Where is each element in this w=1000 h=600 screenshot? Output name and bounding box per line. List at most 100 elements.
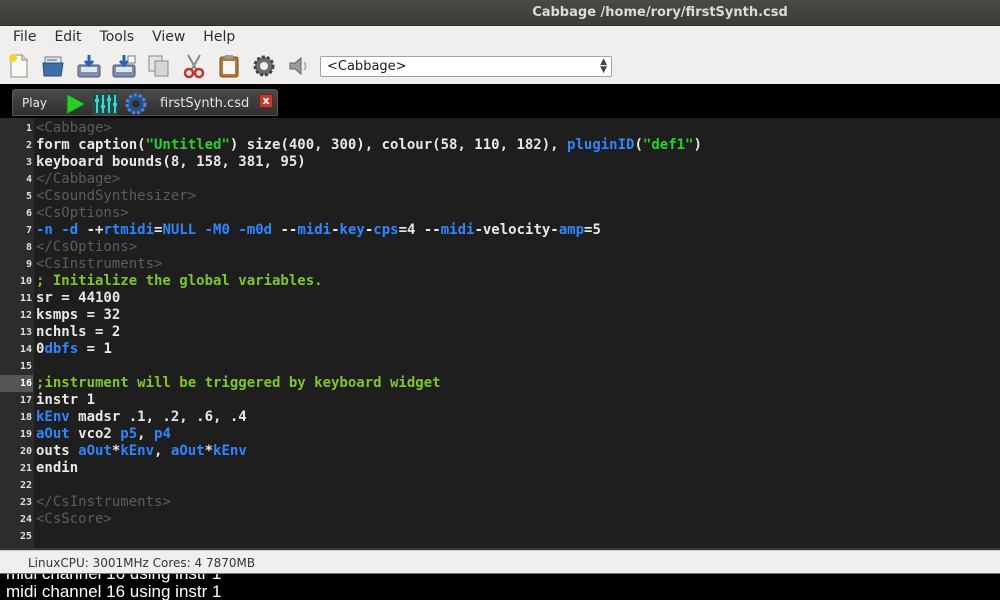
code-line[interactable]: 22: [0, 477, 1000, 494]
code-line[interactable]: 16 ;instrument will be triggered by keybo…: [0, 375, 1000, 392]
code-token: ; Initialize the global variables.: [36, 273, 323, 289]
menu-help[interactable]: Help: [194, 26, 244, 48]
line-text: form caption("Untitled") size(400, 300),…: [36, 137, 702, 154]
code-token: p5: [120, 426, 138, 442]
code-line[interactable]: 9 <CsInstruments>: [0, 256, 1000, 273]
code-token: <CsScore>: [36, 511, 112, 527]
code-token: "Untitled": [145, 137, 230, 153]
code-token: aOut: [170, 443, 205, 459]
sliders-icon: [92, 93, 118, 115]
code-token: midi: [440, 222, 475, 238]
code-line[interactable]: 4 </Cabbage>: [0, 171, 1000, 188]
menu-edit[interactable]: Edit: [45, 26, 90, 48]
code-editor[interactable]: 1 <Cabbage> 2 form caption("Untitled") size…: [0, 118, 1000, 548]
code-line[interactable]: 24 <CsScore>: [0, 511, 1000, 528]
line-text: ;instrument will be triggered by keyboar…: [36, 375, 441, 392]
play-button[interactable]: [63, 93, 87, 115]
code-token: madsr .1, .2, .6, .4: [69, 409, 247, 425]
code-line[interactable]: 19 aOut vco2 p5, p4: [0, 426, 1000, 443]
code-line[interactable]: 13 nchnls = 2: [0, 324, 1000, 341]
close-tab-button[interactable]: x: [259, 94, 273, 108]
new-file-icon[interactable]: [6, 52, 32, 80]
line-number: 14: [19, 344, 32, 355]
code-line[interactable]: 14 0dbfs = 1: [0, 341, 1000, 358]
line-text: -n -d -+rtmidi=NULL -M0 -m0d --midi-key-…: [36, 222, 601, 239]
code-line[interactable]: 8 </CsOptions>: [0, 239, 1000, 256]
code-line[interactable]: 11 sr = 44100: [0, 290, 1000, 307]
settings-gear-icon[interactable]: [251, 52, 277, 80]
line-number: 19: [19, 429, 32, 440]
code-line[interactable]: 6 <CsOptions>: [0, 205, 1000, 222]
speaker-icon[interactable]: [286, 52, 312, 80]
window-title: Cabbage /home/rory/firstSynth.csd: [532, 5, 788, 20]
menu-tools[interactable]: Tools: [91, 26, 144, 48]
code-token: ,: [154, 443, 171, 459]
code-token: p4: [154, 426, 171, 442]
code-line[interactable]: 20 outs aOut*kEnv, aOut*kEnv: [0, 443, 1000, 460]
code-line[interactable]: 1 <Cabbage>: [0, 120, 1000, 137]
code-token: "def1": [642, 137, 694, 153]
code-token: <CsOptions>: [36, 205, 129, 221]
line-text: instr 1: [36, 392, 95, 409]
code-token: *: [204, 443, 214, 459]
code-token: -+: [78, 222, 104, 238]
line-text: 0dbfs = 1: [36, 341, 112, 358]
paste-icon[interactable]: [216, 52, 242, 80]
line-number: 11: [19, 293, 32, 304]
code-line[interactable]: 21 endin: [0, 460, 1000, 477]
instrument-settings-button[interactable]: [122, 93, 150, 115]
line-number: 22: [19, 480, 32, 491]
code-line[interactable]: 3 keyboard bounds(8, 158, 381, 95): [0, 154, 1000, 171]
line-number: 7: [25, 225, 32, 236]
window-title-bar[interactable]: Cabbage /home/rory/firstSynth.csd: [0, 0, 1000, 26]
code-line[interactable]: 10 ; Initialize the global variables.: [0, 273, 1000, 290]
code-token: kEnv: [120, 443, 155, 459]
code-token: <CsInstruments>: [36, 256, 163, 272]
line-text: </CsInstruments>: [36, 494, 171, 511]
code-lines: 1 <Cabbage> 2 form caption("Untitled") size…: [0, 120, 1000, 545]
blue-gear-icon: [125, 93, 147, 115]
code-token: instr 1: [36, 392, 96, 408]
line-text: ksmps = 32: [36, 307, 120, 324]
code-token: key: [339, 222, 365, 238]
code-token: </CsInstruments>: [36, 494, 171, 510]
editor-mode-button[interactable]: [92, 93, 118, 115]
code-line[interactable]: 18 kEnv madsr .1, .2, .6, .4: [0, 409, 1000, 426]
console-output[interactable]: midi channel 16 using instr 1 midi chann…: [0, 574, 1000, 600]
line-text: </Cabbage>: [36, 171, 120, 188]
menu-file[interactable]: File: [4, 26, 45, 48]
code-token: --: [272, 222, 298, 238]
code-line[interactable]: 17 instr 1: [0, 392, 1000, 409]
line-number: 24: [19, 514, 32, 525]
file-tab[interactable]: Play firstSynth.csd x: [12, 89, 278, 116]
code-token: </CsOptions>: [36, 239, 138, 255]
code-line[interactable]: 5 <CsoundSynthesizer>: [0, 188, 1000, 205]
code-line[interactable]: 7 -n -d -+rtmidi=NULL -M0 -m0d --midi-key…: [0, 222, 1000, 239]
copy-icon[interactable]: [146, 52, 172, 80]
line-number: 18: [19, 412, 32, 423]
save-as-icon[interactable]: [111, 52, 137, 80]
line-number: 10: [19, 276, 32, 287]
code-token: -n: [36, 222, 53, 238]
code-line[interactable]: 25: [0, 528, 1000, 545]
line-number: 16: [0, 375, 33, 392]
system-info-text: LinuxCPU: 3001MHz Cores: 4 7870MB: [28, 556, 256, 570]
code-token: aOut: [78, 443, 112, 459]
instrument-combo-box[interactable]: <Cabbage> ▲ ▼: [320, 56, 612, 77]
file-tab-strip: Play firstSynth.csd x: [0, 84, 1000, 118]
code-token: pluginID: [567, 137, 635, 153]
cut-icon[interactable]: [181, 52, 207, 80]
code-line[interactable]: 23 </CsInstruments>: [0, 494, 1000, 511]
line-text: <CsoundSynthesizer>: [36, 188, 196, 205]
code-token: =4 --: [398, 222, 441, 238]
code-token: vco2: [69, 426, 121, 442]
menu-view[interactable]: View: [143, 26, 194, 48]
menu-bar: File Edit Tools View Help: [0, 26, 1000, 48]
code-line[interactable]: 12 ksmps = 32: [0, 307, 1000, 324]
save-icon[interactable]: [76, 52, 102, 80]
code-line[interactable]: 15: [0, 358, 1000, 375]
code-line[interactable]: 2 form caption("Untitled") size(400, 300)…: [0, 137, 1000, 154]
open-file-icon[interactable]: [41, 52, 67, 80]
combo-value: <Cabbage>: [327, 59, 407, 74]
